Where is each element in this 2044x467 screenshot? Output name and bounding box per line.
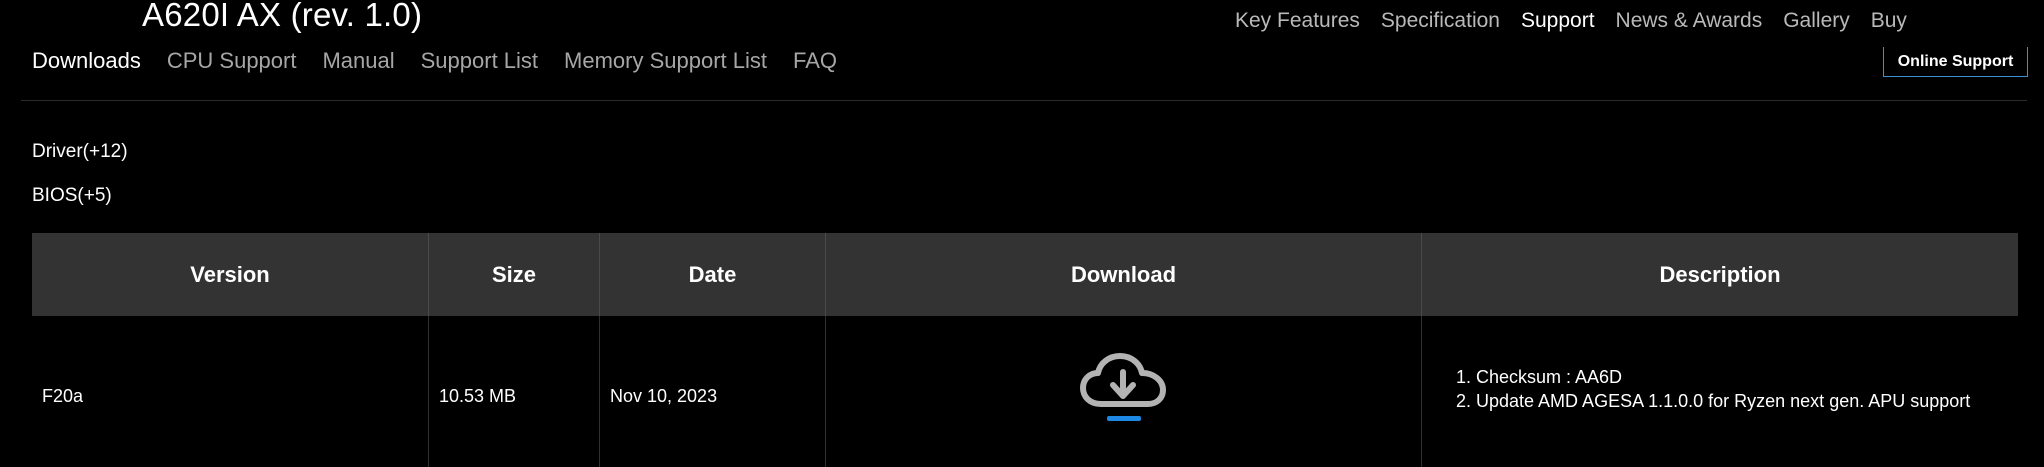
nav-key-features[interactable]: Key Features <box>1235 9 1360 33</box>
tab-cpu-support[interactable]: CPU Support <box>167 48 297 74</box>
cell-size: 10.53 MB <box>429 316 600 467</box>
cell-description: Checksum : AA6D Update AMD AGESA 1.1.0.0… <box>1422 316 2018 467</box>
description-list: Checksum : AA6D Update AMD AGESA 1.1.0.0… <box>1432 365 1970 413</box>
tab-memory-support-list[interactable]: Memory Support List <box>564 48 767 74</box>
support-sub-nav: Downloads CPU Support Manual Support Lis… <box>32 48 863 74</box>
tab-manual[interactable]: Manual <box>322 48 394 74</box>
header-download: Download <box>826 233 1422 316</box>
tab-support-list[interactable]: Support List <box>421 48 538 74</box>
top-nav: Key Features Specification Support News … <box>1235 9 1928 33</box>
online-support-button[interactable]: Online Support <box>1883 47 2028 77</box>
nav-buy[interactable]: Buy <box>1871 9 1907 33</box>
divider <box>21 100 2027 101</box>
header-description: Description <box>1659 261 1781 287</box>
nav-news-awards[interactable]: News & Awards <box>1616 9 1763 33</box>
tab-faq[interactable]: FAQ <box>793 48 837 74</box>
cell-download <box>826 316 1422 467</box>
support-page: A620I AX (rev. 1.0) Key Features Specifi… <box>0 0 2044 467</box>
tab-downloads[interactable]: Downloads <box>32 48 141 74</box>
description-item: Update AMD AGESA 1.1.0.0 for Ryzen next … <box>1476 389 1970 413</box>
cloud-download-icon[interactable] <box>1079 350 1169 429</box>
table-row: F20a 10.53 MB Nov 10, 2023 Checksum : AA… <box>32 316 2018 467</box>
header-size: Size <box>429 233 600 316</box>
cell-date: Nov 10, 2023 <box>600 316 826 467</box>
header-version: Version <box>32 233 429 316</box>
category-driver[interactable]: Driver(+12) <box>32 141 128 163</box>
table-header: Version Size Date Download Description <box>32 233 2018 316</box>
nav-support[interactable]: Support <box>1521 9 1595 33</box>
nav-gallery[interactable]: Gallery <box>1783 9 1850 33</box>
nav-specification[interactable]: Specification <box>1381 9 1500 33</box>
product-title: A620I AX (rev. 1.0) <box>142 0 423 33</box>
category-bios[interactable]: BIOS(+5) <box>32 185 112 207</box>
header-date: Date <box>600 233 826 316</box>
cell-version: F20a <box>32 316 429 467</box>
bios-table: Version Size Date Download Description F… <box>32 233 2018 467</box>
description-item: Checksum : AA6D <box>1476 365 1970 389</box>
